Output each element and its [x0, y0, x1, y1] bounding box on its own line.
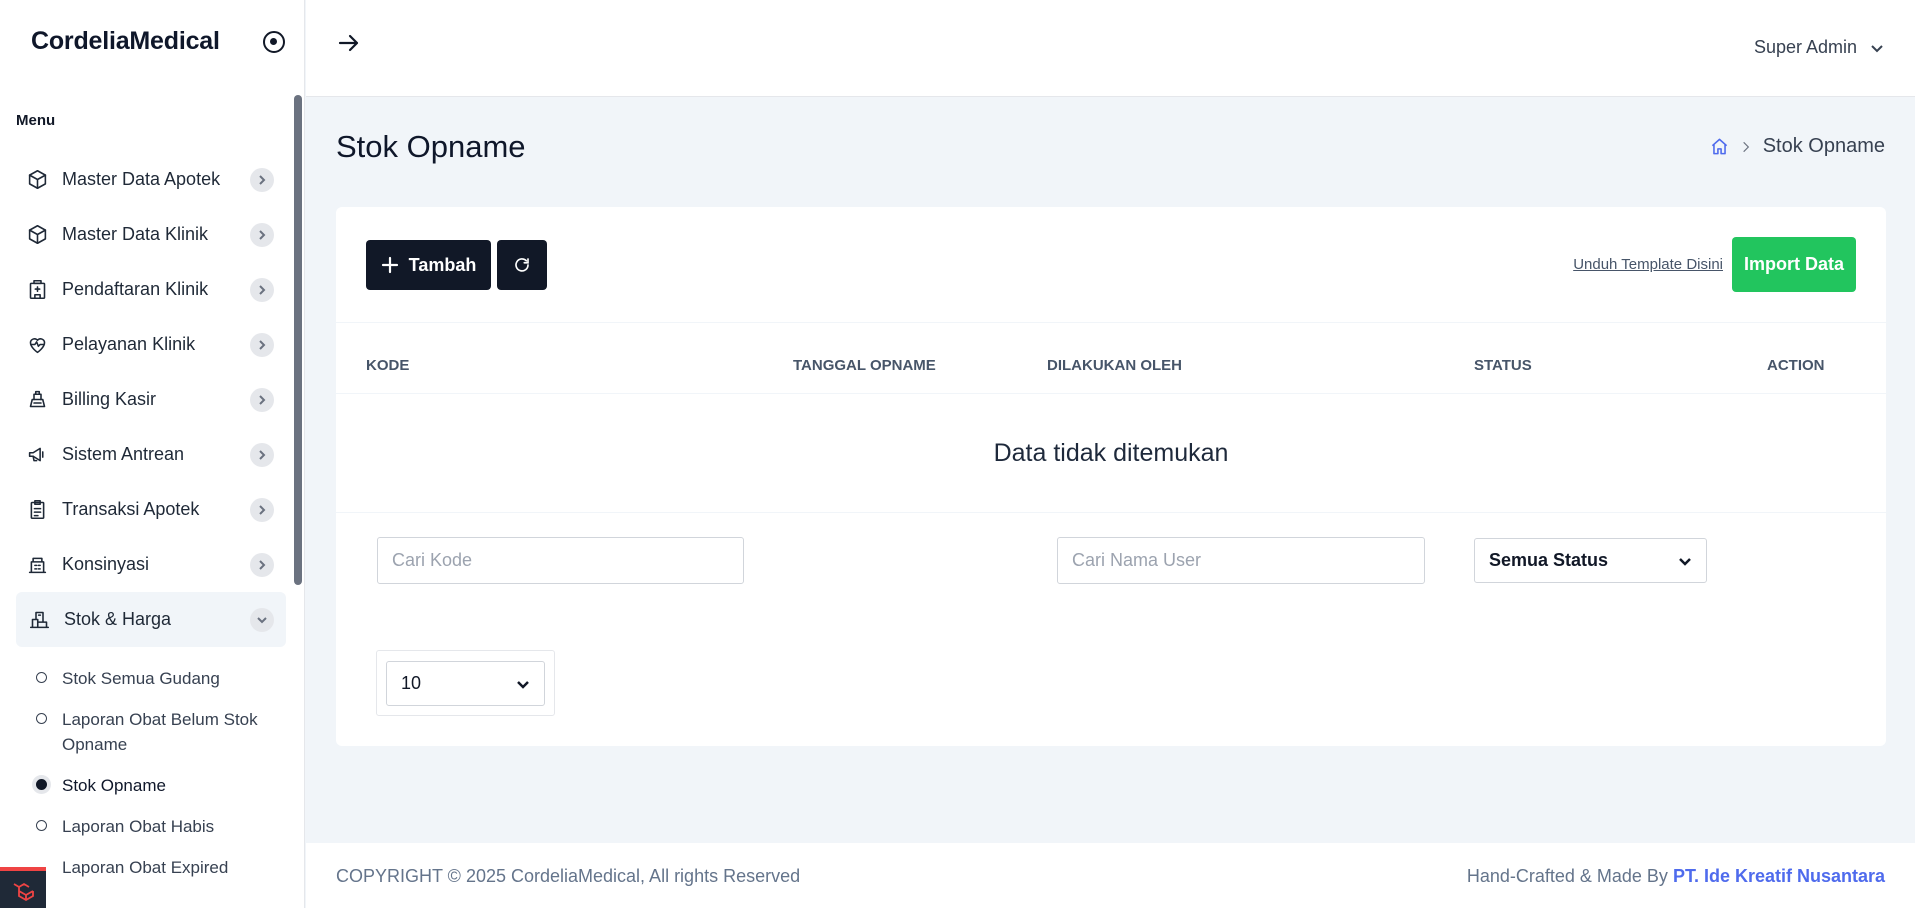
- search-user-input[interactable]: Cari Nama User: [1057, 537, 1425, 584]
- sidebar-item-label: Billing Kasir: [62, 389, 157, 409]
- chevron-right-icon: [250, 167, 274, 192]
- table-header: KODE TANGGAL OPNAME DILAKUKAN OLEH STATU…: [336, 322, 1886, 394]
- chevron-right-icon: [250, 442, 274, 467]
- add-button[interactable]: Tambah: [366, 240, 491, 290]
- sidebar-item-pelayanan-klinik[interactable]: Pelayanan Klinik: [16, 317, 286, 372]
- page-title: Stok Opname: [336, 129, 526, 164]
- credits: Hand-Crafted & Made By PT. Ide Kreatif N…: [1467, 866, 1885, 887]
- column-header-dilakukan-oleh[interactable]: DILAKUKAN OLEH: [1047, 357, 1182, 374]
- sidebar-item-label: Pelayanan Klinik: [62, 334, 196, 354]
- footer: COPYRIGHT © 2025 CordeliaMedical, All ri…: [306, 843, 1915, 908]
- column-header-kode[interactable]: KODE: [366, 357, 409, 374]
- refresh-button[interactable]: [497, 240, 547, 290]
- expand-sidebar-arrow-icon[interactable]: [336, 30, 362, 56]
- sidebar-item-label: Konsinyasi: [62, 554, 150, 574]
- menu-title: Menu: [16, 112, 56, 129]
- submenu-item-stok-opname[interactable]: Stok Opname: [16, 765, 286, 806]
- stok-opname-card: Tambah Unduh Template Disini Import Data…: [336, 207, 1886, 746]
- column-header-status[interactable]: STATUS: [1474, 357, 1532, 374]
- chevron-right-icon: [1742, 141, 1749, 152]
- chevron-down-icon: [517, 680, 529, 689]
- company-link[interactable]: PT. Ide Kreatif Nusantara: [1673, 866, 1885, 886]
- clipboard-icon: [26, 499, 48, 521]
- laravel-debugbar-icon[interactable]: [0, 867, 46, 908]
- submenu-item-label: Laporan Obat Expired: [62, 858, 229, 877]
- refresh-icon: [515, 258, 529, 272]
- search-code-input[interactable]: Cari Kode: [377, 537, 744, 584]
- per-page-value: 10: [401, 673, 422, 693]
- add-button-label: Tambah: [408, 254, 477, 275]
- status-filter-select[interactable]: Semua Status: [1474, 538, 1707, 583]
- submenu-item-laporan-obat-expired[interactable]: Laporan Obat Expired: [16, 847, 286, 888]
- active-bullet-icon: [36, 779, 47, 790]
- chevron-right-icon: [250, 277, 274, 302]
- plus-icon: [381, 256, 398, 274]
- per-page-container: 10: [376, 650, 555, 716]
- chevron-right-icon: [250, 387, 274, 412]
- circle-bullet-icon: [36, 820, 47, 831]
- sidebar-nav: Master Data Apotek Master Data Klinik Pe…: [16, 152, 286, 647]
- sidebar-submenu-stok-harga: Stok Semua Gudang Laporan Obat Belum Sto…: [16, 658, 286, 888]
- sidebar-item-label: Master Data Apotek: [62, 169, 221, 189]
- breadcrumb-current: Stok Opname: [1762, 135, 1885, 157]
- empty-state-message: Data tidak ditemukan: [336, 394, 1886, 513]
- chevron-down-icon: [1871, 44, 1883, 52]
- cube-icon: [26, 169, 48, 191]
- sidebar-item-stok-harga[interactable]: Stok & Harga: [16, 592, 286, 647]
- submenu-item-laporan-obat-belum-stok-opname[interactable]: Laporan Obat Belum Stok Opname: [16, 699, 286, 765]
- chevron-down-icon: [250, 607, 274, 632]
- megaphone-icon: [26, 444, 48, 466]
- clinic-building-icon: [26, 279, 48, 301]
- brand-logo[interactable]: CordeliaMedical: [31, 27, 220, 56]
- chevron-down-icon: [1679, 557, 1691, 566]
- sidebar-item-master-data-klinik[interactable]: Master Data Klinik: [16, 207, 286, 262]
- submenu-item-stok-semua-gudang[interactable]: Stok Semua Gudang: [16, 658, 286, 699]
- sidebar-item-label: Stok & Harga: [64, 609, 172, 629]
- building-icon: [26, 554, 48, 576]
- sidebar-item-sistem-antrean[interactable]: Sistem Antrean: [16, 427, 286, 482]
- credits-text: Hand-Crafted & Made By: [1466, 866, 1673, 886]
- cube-icon: [26, 224, 48, 246]
- home-icon[interactable]: [1710, 137, 1729, 156]
- sidebar-item-label: Sistem Antrean: [62, 444, 185, 464]
- submenu-item-label: Stok Opname: [62, 776, 166, 795]
- chevron-right-icon: [250, 497, 274, 522]
- sidebar-item-label: Pendaftaran Klinik: [62, 279, 209, 299]
- chevron-right-icon: [250, 222, 274, 247]
- cash-register-icon: [26, 389, 48, 411]
- sidebar-scrollbar[interactable]: [294, 95, 302, 585]
- heart-pulse-icon: [26, 334, 48, 356]
- circle-bullet-icon: [36, 672, 47, 683]
- submenu-item-label: Stok Semua Gudang: [62, 669, 220, 688]
- sidebar-toggle-icon[interactable]: [263, 31, 285, 53]
- copyright-text: COPYRIGHT © 2025 CordeliaMedical, All ri…: [336, 866, 801, 886]
- circle-bullet-icon: [36, 713, 47, 724]
- per-page-select[interactable]: 10: [386, 661, 545, 706]
- column-header-action: ACTION: [1767, 357, 1825, 374]
- breadcrumb: Stok Opname: [1710, 135, 1885, 158]
- sidebar: CordeliaMedical Menu Master Data Apotek …: [0, 0, 305, 908]
- user-menu[interactable]: Super Admin: [1754, 37, 1885, 58]
- sidebar-item-billing-kasir[interactable]: Billing Kasir: [16, 372, 286, 427]
- sidebar-item-pendaftaran-klinik[interactable]: Pendaftaran Klinik: [16, 262, 286, 317]
- import-data-button[interactable]: Import Data: [1732, 237, 1856, 292]
- sidebar-item-label: Transaksi Apotek: [62, 499, 200, 519]
- submenu-item-label: Laporan Obat Habis: [62, 817, 215, 836]
- user-name: Super Admin: [1753, 37, 1857, 57]
- warehouse-icon: [28, 609, 50, 631]
- sidebar-item-konsinyasi[interactable]: Konsinyasi: [16, 537, 286, 592]
- submenu-item-label: Laporan Obat Belum Stok Opname: [62, 710, 258, 754]
- chevron-right-icon: [250, 552, 274, 577]
- topbar: Super Admin: [306, 0, 1915, 97]
- download-template-link[interactable]: Unduh Template Disini: [1573, 256, 1723, 273]
- column-header-tanggal-opname[interactable]: TANGGAL OPNAME: [793, 357, 936, 374]
- sidebar-item-master-data-apotek[interactable]: Master Data Apotek: [16, 152, 286, 207]
- sidebar-item-transaksi-apotek[interactable]: Transaksi Apotek: [16, 482, 286, 537]
- sidebar-item-label: Master Data Klinik: [62, 224, 209, 244]
- chevron-right-icon: [250, 332, 274, 357]
- submenu-item-laporan-obat-habis[interactable]: Laporan Obat Habis: [16, 806, 286, 847]
- status-filter-value: Semua Status: [1489, 550, 1609, 570]
